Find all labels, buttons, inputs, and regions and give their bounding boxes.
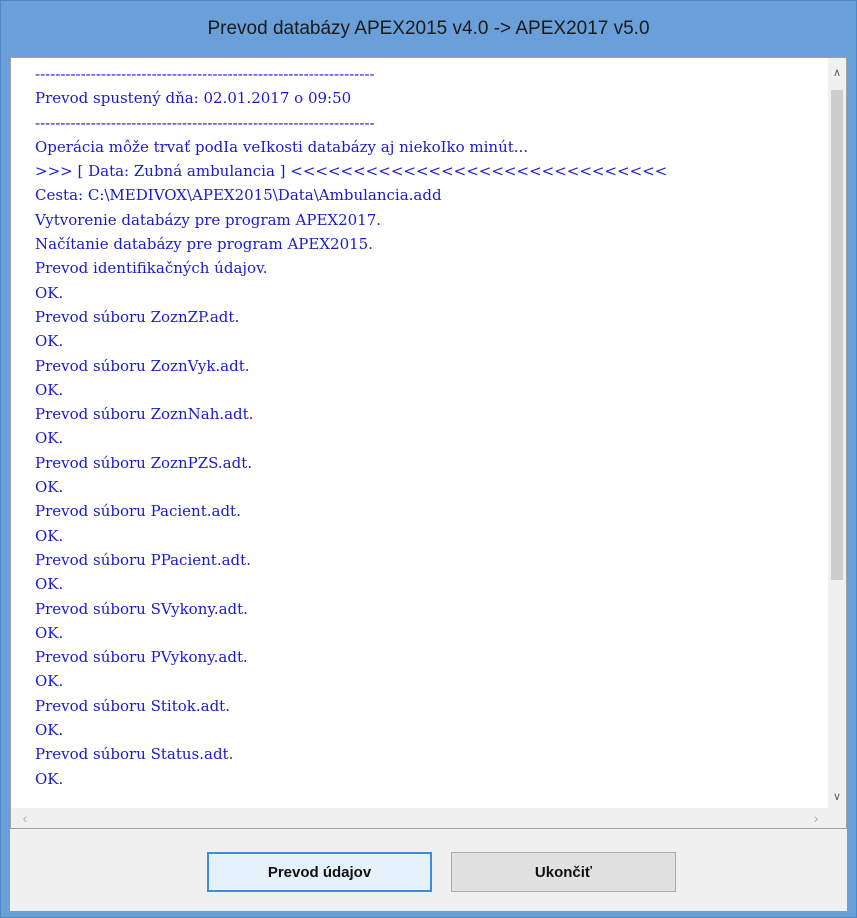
log-line: Prevod súboru SVykony.adt.: [35, 599, 248, 618]
log-line: OK.: [35, 769, 64, 788]
convert-data-button-label: Prevod údajov: [267, 863, 372, 881]
chevron-down-icon[interactable]: ∨: [828, 786, 846, 806]
log-line: Prevod spustený dňa: 02.01.2017 o 09:50: [35, 89, 352, 108]
exit-button-label: Ukončiť: [534, 863, 593, 881]
chevron-right-icon[interactable]: ›: [806, 808, 826, 828]
horizontal-scrollbar[interactable]: ‹ ›: [11, 808, 828, 828]
log-line: Prevod súboru Pacient.adt.: [35, 502, 241, 521]
log-line: Cesta: C:\MEDIVOX\APEX2015\Data\Ambulanc…: [35, 186, 442, 205]
log-line: OK.: [35, 380, 64, 399]
log-line: Prevod identifikačných údajov.: [35, 259, 268, 278]
log-line: OK.: [35, 623, 64, 642]
log-line: ----------------------------------------…: [35, 65, 375, 83]
log-line: Prevod súboru PPacient.adt.: [35, 550, 251, 569]
log-line: Prevod súboru ZoznNah.adt.: [35, 405, 254, 424]
log-line: Prevod súboru ZoznVyk.adt.: [35, 356, 250, 375]
log-line: OK.: [35, 672, 64, 691]
log-line: ----------------------------------------…: [35, 113, 375, 132]
vertical-scrollbar[interactable]: ∧ ∨: [828, 58, 846, 808]
log-lines: ----------------------------------------…: [11, 58, 828, 791]
log-line: Prevod súboru Status.adt.: [35, 745, 234, 764]
dialog-window: Prevod databázy APEX2015 v4.0 -> APEX201…: [0, 0, 857, 918]
log-line: Operácia môže trvať podIa veIkosti datab…: [35, 137, 529, 156]
log-line: >>> [ Data: Zubná ambulancia ] <<<<<<<<<…: [35, 162, 668, 181]
vertical-scroll-thumb[interactable]: [831, 90, 843, 580]
log-line: Načítanie databázy pre program APEX2015.: [35, 235, 373, 254]
log-line: OK.: [35, 478, 64, 497]
log-line: OK.: [35, 721, 64, 740]
title-bar[interactable]: Prevod databázy APEX2015 v4.0 -> APEX201…: [1, 1, 856, 57]
log-line: OK.: [35, 332, 64, 351]
log-line: Prevod súboru PVykony.adt.: [35, 648, 248, 667]
log-memo: ----------------------------------------…: [10, 57, 847, 829]
convert-data-button[interactable]: Prevod údajov: [207, 852, 432, 892]
window-title: Prevod databázy APEX2015 v4.0 -> APEX201…: [207, 18, 650, 39]
log-text-area[interactable]: ----------------------------------------…: [11, 58, 828, 808]
dialog-client-area: ----------------------------------------…: [10, 57, 847, 911]
log-line: Prevod súboru Stitok.adt.: [35, 696, 230, 715]
scrollbar-corner: [828, 808, 846, 828]
log-line: OK.: [35, 575, 64, 594]
chevron-up-icon[interactable]: ∧: [828, 62, 846, 82]
log-line: OK.: [35, 526, 64, 545]
log-line: Vytvorenie databázy pre program APEX2017…: [35, 210, 382, 229]
log-line: OK.: [35, 429, 64, 448]
log-line: OK.: [35, 283, 64, 302]
chevron-left-icon[interactable]: ‹: [15, 808, 35, 828]
log-line: Prevod súboru ZoznPZS.adt.: [35, 453, 252, 472]
exit-button[interactable]: Ukončiť: [451, 852, 676, 892]
log-line: Prevod súboru ZoznZP.adt.: [35, 307, 240, 326]
